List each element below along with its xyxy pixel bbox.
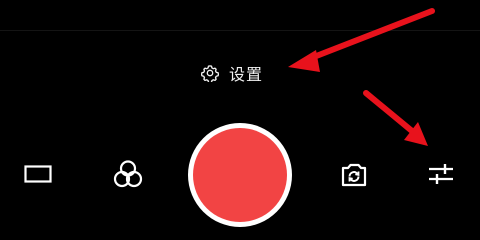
arrow-head-settings (288, 50, 320, 72)
settings-button[interactable]: 设置 (200, 58, 263, 88)
record-shutter-icon (193, 128, 287, 222)
settings-label: 设置 (229, 65, 264, 84)
aspect-ratio-icon (24, 165, 52, 187)
record-shutter-button[interactable] (188, 123, 292, 227)
sliders-icon (427, 161, 455, 191)
filter-button[interactable] (108, 156, 148, 196)
gear-icon (200, 63, 220, 83)
camera-control-bar (0, 115, 480, 237)
aspect-ratio-button[interactable] (20, 158, 56, 194)
filter-icon (113, 159, 143, 193)
adjust-settings-button[interactable] (421, 156, 461, 196)
top-status-area (0, 0, 480, 31)
switch-camera-icon (339, 159, 369, 193)
switch-camera-button[interactable] (334, 156, 374, 196)
